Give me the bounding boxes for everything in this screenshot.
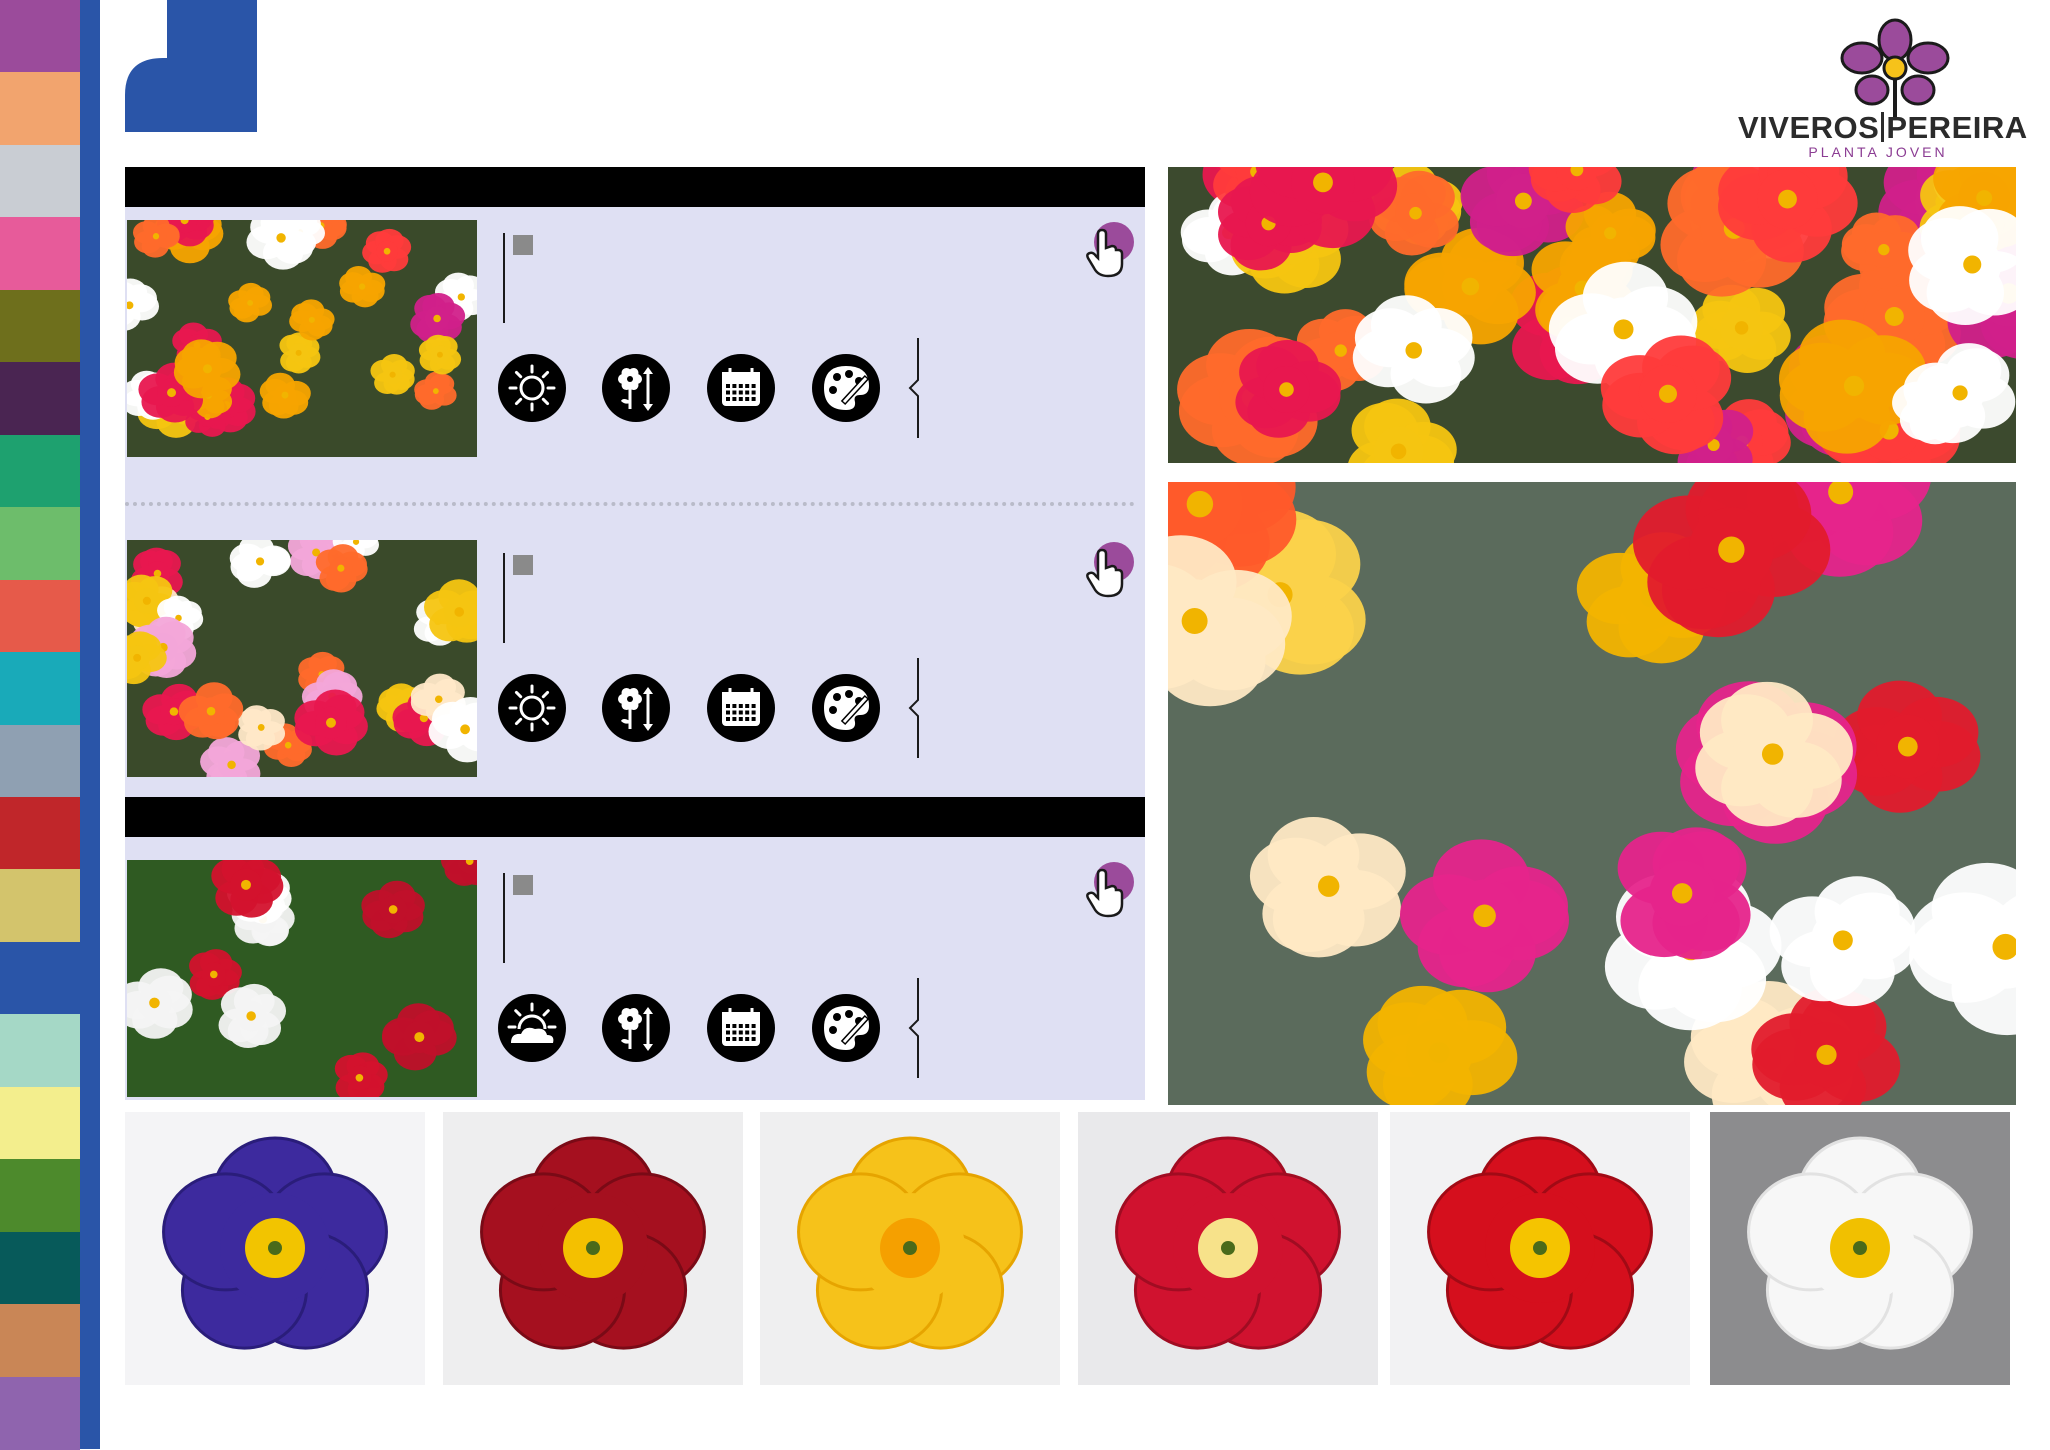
product-photo <box>127 860 477 1097</box>
sun-icon <box>498 354 566 422</box>
color-swatch <box>443 1112 743 1385</box>
strip-swatch <box>0 941 80 1016</box>
strip-swatch <box>0 507 80 581</box>
click-hand-icon[interactable] <box>1078 540 1138 600</box>
strip-swatch <box>0 579 80 654</box>
title-rule <box>503 233 505 323</box>
calendar-icon <box>707 354 775 422</box>
flower-logo-icon <box>1840 18 1950 118</box>
partial-sun-icon <box>498 994 566 1062</box>
strip-swatch <box>0 72 80 146</box>
strip-swatch <box>0 652 80 726</box>
strip-swatch <box>0 434 80 509</box>
calendar-icon <box>707 674 775 742</box>
bracket <box>908 338 919 438</box>
color-swatch <box>125 1112 425 1385</box>
title-rule <box>503 553 505 643</box>
strip-swatch <box>0 1304 80 1378</box>
strip-swatch <box>0 1376 80 1450</box>
bracket <box>908 978 919 1078</box>
product-photo <box>127 540 477 777</box>
blue-border <box>80 0 100 1449</box>
color-swatch <box>1710 1112 2010 1385</box>
strip-swatch <box>0 1086 80 1161</box>
product-marker <box>513 235 533 255</box>
brand-tagline: PLANTA JOVEN <box>1808 144 1948 160</box>
palette-icon <box>812 994 880 1062</box>
flower-height-icon <box>602 674 670 742</box>
sun-icon <box>498 674 566 742</box>
section-header-bar-2 <box>125 797 1145 837</box>
product-marker <box>513 875 533 895</box>
calendar-icon <box>707 994 775 1062</box>
page-tab <box>125 0 257 132</box>
color-swatch <box>1078 1112 1378 1385</box>
palette-icon <box>812 354 880 422</box>
color-swatch <box>760 1112 1060 1385</box>
strip-swatch <box>0 869 80 943</box>
click-hand-icon[interactable] <box>1078 860 1138 920</box>
product-marker <box>513 555 533 575</box>
strip-swatch <box>0 1014 80 1088</box>
portulaca-photo-large-1 <box>1168 167 2016 463</box>
section-header-bar <box>125 167 1145 207</box>
flower-height-icon <box>602 354 670 422</box>
divider <box>125 502 1135 506</box>
strip-swatch <box>0 1159 80 1233</box>
strip-swatch <box>0 0 80 74</box>
strip-swatch <box>0 724 80 798</box>
portulaca-photo-large-2 <box>1168 482 2016 1105</box>
brand-name: VIVEROS PEREIRA <box>1738 110 2028 145</box>
strip-swatch <box>0 289 80 364</box>
strip-swatch <box>0 1231 80 1306</box>
title-rule <box>503 873 505 963</box>
palette-icon <box>812 674 880 742</box>
strip-swatch <box>0 144 80 219</box>
strip-swatch <box>0 796 80 871</box>
color-strip <box>0 0 80 1450</box>
flower-height-icon <box>602 994 670 1062</box>
bracket <box>908 658 919 758</box>
click-hand-icon[interactable] <box>1078 220 1138 280</box>
strip-swatch <box>0 217 80 291</box>
strip-swatch <box>0 362 80 436</box>
product-photo <box>127 220 477 457</box>
color-swatch <box>1390 1112 1690 1385</box>
